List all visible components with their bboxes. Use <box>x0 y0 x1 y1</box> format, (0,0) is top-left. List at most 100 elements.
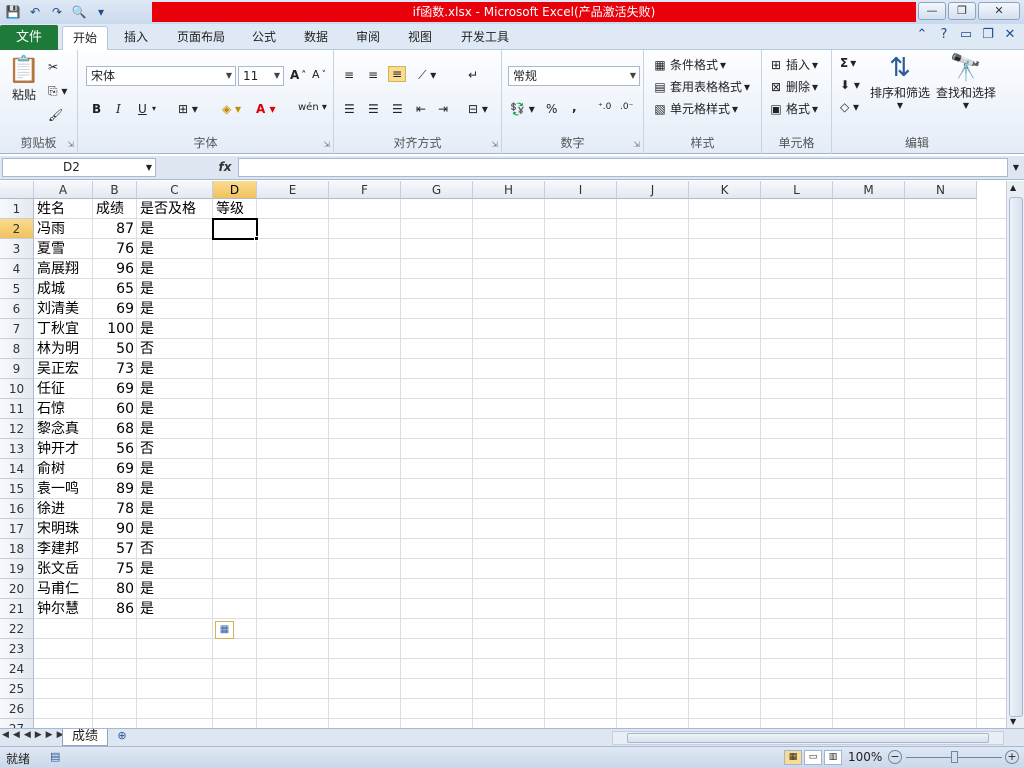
cell-d1[interactable]: 等级 <box>213 199 257 219</box>
cell-a5[interactable]: 成城 <box>34 279 93 299</box>
underline-button[interactable]: U <box>138 102 147 116</box>
cell-a19[interactable]: 张文岳 <box>34 559 93 579</box>
cell-a11[interactable]: 石惊 <box>34 399 93 419</box>
scroll-down-icon[interactable]: ▼ <box>1010 717 1016 726</box>
cell-a7[interactable]: 丁秋宜 <box>34 319 93 339</box>
restore-workbook-icon[interactable]: ❐ <box>980 27 996 42</box>
row-header-26[interactable]: 26 <box>0 699 34 719</box>
cell-a8[interactable]: 林为明 <box>34 339 93 359</box>
sort-filter-button[interactable]: ⇅ 排序和筛选 ▼ <box>868 52 932 110</box>
cell-c9[interactable]: 是 <box>137 359 213 379</box>
worksheet-grid[interactable]: ABCDEFGHIJKLMN 1 2 3 4 5 6 7 8 9 10 11 12 13 14 15 16 17… <box>0 181 1006 728</box>
column-header-j[interactable]: J <box>617 181 689 199</box>
cell-b7[interactable]: 100 <box>93 319 137 339</box>
cell-b18[interactable]: 57 <box>93 539 137 559</box>
column-header-c[interactable]: C <box>137 181 213 199</box>
cell-b15[interactable]: 89 <box>93 479 137 499</box>
column-header-l[interactable]: L <box>761 181 833 199</box>
cell-a13[interactable]: 钟开才 <box>34 439 93 459</box>
close-button[interactable]: ✕ <box>978 2 1020 20</box>
row-header-14[interactable]: 14 <box>0 459 34 479</box>
cell-c10[interactable]: 是 <box>137 379 213 399</box>
font-size-select[interactable]: 11 ▼ <box>238 66 284 86</box>
tab-page-layout[interactable]: 页面布局 <box>170 26 232 50</box>
undo-icon[interactable]: ↶ <box>26 3 44 21</box>
align-right-icon[interactable]: ☰ <box>392 102 403 116</box>
insert-cells-button[interactable]: ⊞ 插入 ▾ <box>768 56 818 73</box>
shrink-font-icon[interactable]: A ˅ <box>312 68 326 81</box>
cell-a6[interactable]: 刘清美 <box>34 299 93 319</box>
tab-view[interactable]: 视图 <box>400 26 440 50</box>
cell-c5[interactable]: 是 <box>137 279 213 299</box>
cell-a4[interactable]: 高展翔 <box>34 259 93 279</box>
conditional-format-button[interactable]: ▦ 条件格式 ▾ <box>652 56 726 73</box>
format-as-table-button[interactable]: ▤ 套用表格格式 ▾ <box>652 78 750 95</box>
row-header-9[interactable]: 9 <box>0 359 34 379</box>
row-header-23[interactable]: 23 <box>0 639 34 659</box>
delete-cells-button[interactable]: ⊠ 删除 ▾ <box>768 78 818 95</box>
insert-sheet-icon[interactable]: ⊕ <box>110 729 134 745</box>
cell-c15[interactable]: 是 <box>137 479 213 499</box>
formula-input[interactable] <box>238 158 1008 177</box>
row-header-13[interactable]: 13 <box>0 439 34 459</box>
borders-icon[interactable]: ⊞ ▾ <box>178 102 198 116</box>
row-header-1[interactable]: 1 <box>0 199 34 219</box>
horizontal-scroll-thumb[interactable] <box>627 733 989 743</box>
cell-b12[interactable]: 68 <box>93 419 137 439</box>
cell-a12[interactable]: 黎念真 <box>34 419 93 439</box>
column-header-k[interactable]: K <box>689 181 761 199</box>
underline-dropdown-icon[interactable]: ▾ <box>152 104 156 113</box>
comma-button[interactable]: , <box>572 100 577 114</box>
row-header-5[interactable]: 5 <box>0 279 34 299</box>
tab-file[interactable]: 文件 <box>0 25 58 50</box>
cell-c1[interactable]: 是否及格 <box>137 199 213 219</box>
cell-b5[interactable]: 65 <box>93 279 137 299</box>
normal-view-icon[interactable]: ▦ <box>784 750 802 765</box>
row-header-19[interactable]: 19 <box>0 559 34 579</box>
cell-c21[interactable]: 是 <box>137 599 213 619</box>
restore-button[interactable]: ❐ <box>948 2 976 20</box>
row-header-4[interactable]: 4 <box>0 259 34 279</box>
cell-b14[interactable]: 69 <box>93 459 137 479</box>
decrease-indent-icon[interactable]: ⇤ <box>416 102 426 116</box>
align-top-icon[interactable]: ≡ <box>344 68 354 82</box>
cell-c18[interactable]: 否 <box>137 539 213 559</box>
cell-a16[interactable]: 徐进 <box>34 499 93 519</box>
cell-c4[interactable]: 是 <box>137 259 213 279</box>
cell-a18[interactable]: 李建邦 <box>34 539 93 559</box>
grow-font-icon[interactable]: A ˄ <box>290 68 306 82</box>
font-color-icon[interactable]: A ▾ <box>256 102 276 116</box>
cell-c6[interactable]: 是 <box>137 299 213 319</box>
cut-icon[interactable]: ✂ <box>48 60 58 74</box>
row-header-18[interactable]: 18 <box>0 539 34 559</box>
column-header-f[interactable]: F <box>329 181 401 199</box>
cell-a14[interactable]: 俞树 <box>34 459 93 479</box>
cell-b2[interactable]: 87 <box>93 219 137 239</box>
column-header-m[interactable]: M <box>833 181 905 199</box>
fill-icon[interactable]: ⬇ ▾ <box>840 78 860 92</box>
zoom-slider-thumb[interactable] <box>951 751 958 763</box>
percent-button[interactable]: % <box>546 102 557 116</box>
column-header-h[interactable]: H <box>473 181 545 199</box>
cell-a3[interactable]: 夏雪 <box>34 239 93 259</box>
accounting-format-icon[interactable]: 💱 ▾ <box>510 102 535 116</box>
row-header-15[interactable]: 15 <box>0 479 34 499</box>
cell-b21[interactable]: 86 <box>93 599 137 619</box>
orientation-icon[interactable]: ⟋ ▾ <box>418 68 436 83</box>
cell-b11[interactable]: 60 <box>93 399 137 419</box>
cell-b20[interactable]: 80 <box>93 579 137 599</box>
row-header-25[interactable]: 25 <box>0 679 34 699</box>
italic-button[interactable]: I <box>116 102 121 116</box>
cell-a17[interactable]: 宋明珠 <box>34 519 93 539</box>
fill-handle[interactable] <box>254 236 259 241</box>
cell-c19[interactable]: 是 <box>137 559 213 579</box>
tab-developer[interactable]: 开发工具 <box>452 26 518 50</box>
cell-c7[interactable]: 是 <box>137 319 213 339</box>
format-painter-icon[interactable]: 🖌 <box>48 108 63 122</box>
minimize-workbook-icon[interactable]: ▭ <box>958 27 974 42</box>
cell-c16[interactable]: 是 <box>137 499 213 519</box>
save-icon[interactable]: 💾 <box>4 3 22 21</box>
row-header-3[interactable]: 3 <box>0 239 34 259</box>
help-icon[interactable]: ? <box>936 27 952 42</box>
row-header-11[interactable]: 11 <box>0 399 34 419</box>
